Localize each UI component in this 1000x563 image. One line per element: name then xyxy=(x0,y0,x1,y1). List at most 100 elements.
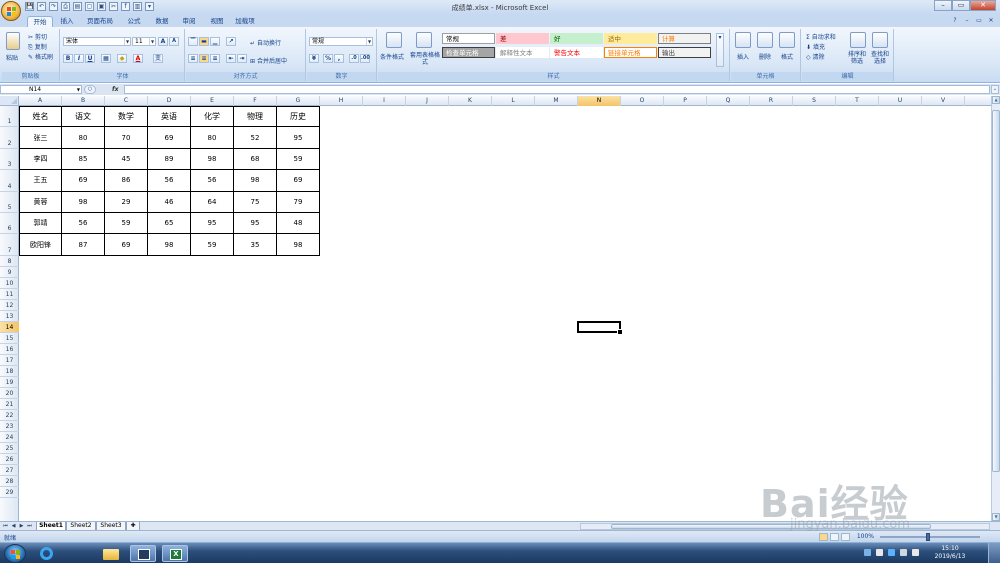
currency-icon[interactable]: ¥ xyxy=(309,54,319,63)
tab-2[interactable]: 页面布局 xyxy=(82,16,118,27)
data-cell[interactable]: 45 xyxy=(105,148,148,171)
close-button[interactable]: ✕ xyxy=(970,0,996,11)
tab-1[interactable]: 插入 xyxy=(55,16,79,27)
internet-explorer-icon[interactable] xyxy=(34,545,60,562)
data-cell[interactable]: 59 xyxy=(191,234,234,256)
conditional-format-button[interactable]: 条件格式 xyxy=(380,52,404,61)
autosum-button[interactable]: Σ 自动求和 xyxy=(806,32,836,41)
minimize-button[interactable]: – xyxy=(934,0,952,11)
style-cell-5[interactable]: 检查单元格 xyxy=(442,47,495,58)
number-format-select[interactable]: 常规 ▼ xyxy=(309,37,373,46)
data-cell[interactable]: 69 xyxy=(62,170,105,192)
row-header-18[interactable]: 18 xyxy=(0,366,19,377)
row-header-17[interactable]: 17 xyxy=(0,355,19,366)
row-header-27[interactable]: 27 xyxy=(0,465,19,476)
data-cell[interactable]: 87 xyxy=(62,234,105,256)
decrease-indent-icon[interactable]: ⇤ xyxy=(226,54,236,63)
tab-5[interactable]: 审阅 xyxy=(177,16,201,27)
data-cell[interactable]: 80 xyxy=(62,127,105,149)
data-cell[interactable]: 李四 xyxy=(19,148,62,171)
row-header-11[interactable]: 11 xyxy=(0,289,19,300)
data-cell[interactable]: 95 xyxy=(277,127,320,149)
align-middle-icon[interactable]: ▬ xyxy=(199,37,209,46)
column-header-H[interactable]: H xyxy=(320,96,363,106)
ribbon-restore-button[interactable]: ▭ xyxy=(974,16,984,25)
data-cell[interactable]: 85 xyxy=(62,148,105,171)
wrap-text-button[interactable]: ↵ 自动换行 xyxy=(250,38,281,47)
tray-flag-icon[interactable] xyxy=(888,549,895,556)
data-cell[interactable]: 48 xyxy=(277,213,320,235)
data-cell[interactable]: 89 xyxy=(148,148,191,171)
data-cell[interactable]: 35 xyxy=(234,234,277,256)
row-header-16[interactable]: 16 xyxy=(0,344,19,355)
data-cell[interactable]: 98 xyxy=(148,234,191,256)
data-cell[interactable]: 59 xyxy=(277,148,320,171)
column-header-U[interactable]: U xyxy=(879,96,922,106)
active-cell[interactable] xyxy=(577,320,623,335)
row-header-10[interactable]: 10 xyxy=(0,278,19,289)
column-header-G[interactable]: G xyxy=(277,96,320,106)
tray-network-icon[interactable] xyxy=(900,549,907,556)
underline-button[interactable]: U xyxy=(85,54,95,63)
insert-cells-button[interactable]: 插入 xyxy=(737,52,749,61)
data-cell[interactable]: 59 xyxy=(105,213,148,235)
name-box[interactable]: N14 ▼ xyxy=(0,85,82,94)
align-left-icon[interactable]: ≡ xyxy=(188,54,198,63)
column-header-F[interactable]: F xyxy=(234,96,277,106)
font-name-select[interactable]: 宋体 ▼ xyxy=(63,37,131,46)
data-cell[interactable]: 69 xyxy=(105,234,148,256)
increase-indent-icon[interactable]: ⇥ xyxy=(237,54,247,63)
tab-4[interactable]: 数据 xyxy=(150,16,174,27)
align-top-icon[interactable]: ▔ xyxy=(188,37,198,46)
align-bottom-icon[interactable]: ▁ xyxy=(210,37,220,46)
row-header-28[interactable]: 28 xyxy=(0,476,19,487)
format-painter-button[interactable]: ✎ 格式刷 xyxy=(28,52,53,61)
help-icon[interactable]: ? xyxy=(950,16,960,25)
row-header-23[interactable]: 23 xyxy=(0,421,19,432)
data-cell[interactable]: 64 xyxy=(191,191,234,213)
data-cell[interactable]: 75 xyxy=(234,191,277,213)
find-select-button[interactable]: 查找和选择 xyxy=(869,51,891,65)
data-cell[interactable]: 郭靖 xyxy=(19,213,62,235)
fill-color-icon[interactable]: ◆ xyxy=(117,54,127,63)
tab-0[interactable]: 开始 xyxy=(27,16,53,27)
header-cell[interactable]: 物理 xyxy=(234,106,277,128)
clear-button[interactable]: ◇ 清除 xyxy=(806,52,825,61)
header-cell[interactable]: 化学 xyxy=(191,106,234,128)
style-cell-9[interactable]: 输出 xyxy=(658,47,711,58)
tray-keyboard-icon[interactable] xyxy=(864,549,871,556)
data-cell[interactable]: 98 xyxy=(277,234,320,256)
comma-button[interactable]: , xyxy=(334,54,344,63)
vertical-scrollbar[interactable]: ▲ ▼ xyxy=(991,96,1000,521)
data-cell[interactable]: 69 xyxy=(148,127,191,149)
excel-app-icon[interactable]: X xyxy=(162,545,188,562)
column-header-S[interactable]: S xyxy=(793,96,836,106)
data-cell[interactable]: 80 xyxy=(191,127,234,149)
increase-decimal-icon[interactable]: .0 xyxy=(349,54,359,63)
row-header-2[interactable]: 2 xyxy=(0,127,19,149)
data-cell[interactable]: 王五 xyxy=(19,170,62,192)
column-header-L[interactable]: L xyxy=(492,96,535,106)
style-cell-1[interactable]: 差 xyxy=(496,33,549,44)
percent-button[interactable]: % xyxy=(323,54,333,63)
header-cell[interactable]: 语文 xyxy=(62,106,105,128)
column-header-M[interactable]: M xyxy=(535,96,578,106)
decrease-decimal-icon[interactable]: .00 xyxy=(360,54,370,63)
column-header-Q[interactable]: Q xyxy=(707,96,750,106)
header-cell[interactable]: 姓名 xyxy=(19,106,62,128)
gallery-more-icon[interactable]: ▾ xyxy=(716,33,724,67)
row-header-9[interactable]: 9 xyxy=(0,267,19,278)
italic-button[interactable]: I xyxy=(74,54,84,63)
column-header-J[interactable]: J xyxy=(406,96,449,106)
tray-help-icon[interactable] xyxy=(876,549,883,556)
data-cell[interactable]: 95 xyxy=(191,213,234,235)
header-cell[interactable]: 英语 xyxy=(148,106,191,128)
data-cell[interactable]: 29 xyxy=(105,191,148,213)
fill-button[interactable]: ⬇ 填充 xyxy=(806,42,825,51)
data-cell[interactable]: 86 xyxy=(105,170,148,192)
format-cells-button[interactable]: 格式 xyxy=(781,52,793,61)
data-cell[interactable]: 70 xyxy=(105,127,148,149)
data-cell[interactable]: 68 xyxy=(234,148,277,171)
style-cell-8[interactable]: 链接单元格 xyxy=(604,47,657,58)
clock-time[interactable]: 15:10 xyxy=(930,545,970,552)
